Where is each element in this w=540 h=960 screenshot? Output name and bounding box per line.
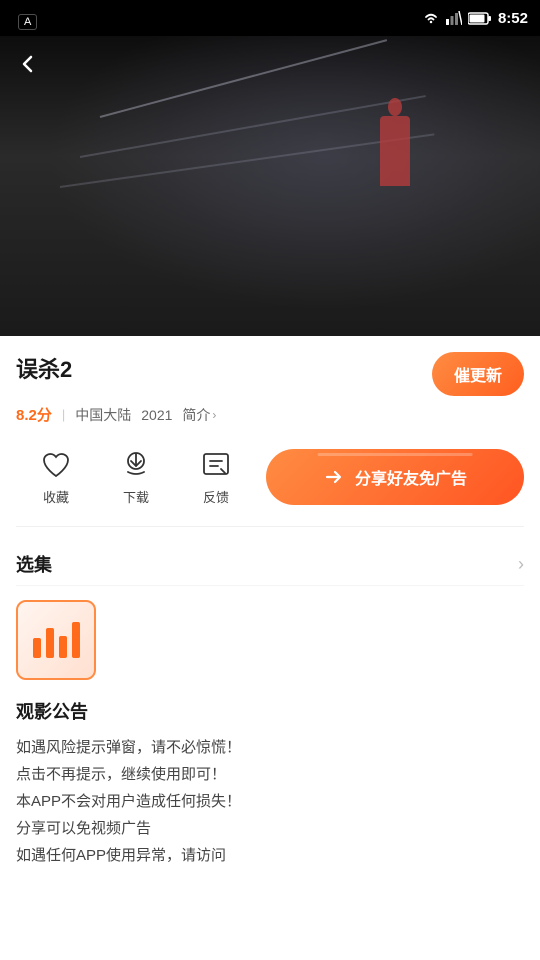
feedback-label: 反馈 <box>203 487 229 506</box>
feedback-button[interactable]: 反馈 <box>176 439 256 514</box>
wifi-icon <box>422 11 440 25</box>
bar-4 <box>72 622 80 658</box>
intro-label: 简介 <box>182 405 210 425</box>
character-figure <box>380 116 410 186</box>
movie-title-block: 误杀2 <box>16 352 72 384</box>
intro-link[interactable]: 简介 › <box>182 405 216 425</box>
feedback-icon <box>198 447 234 483</box>
episode-section-chevron-icon: › <box>518 554 524 575</box>
video-player[interactable] <box>0 36 540 336</box>
bar-1 <box>33 638 41 658</box>
status-icons: 8:52 <box>422 10 528 27</box>
title-row: 误杀2 催更新 <box>16 352 524 396</box>
episode-thumbnail[interactable] <box>16 600 96 680</box>
status-time: 8:52 <box>498 10 528 27</box>
movie-score: 8.2分 <box>16 404 52 425</box>
announcement-title: 观影公告 <box>16 698 524 724</box>
announcement-line-4: 如遇任何APP使用异常，请访问 <box>16 847 226 864</box>
collect-button[interactable]: 收藏 <box>16 439 96 514</box>
bars-icon <box>33 622 80 658</box>
episode-section-row[interactable]: 选集 › <box>16 543 524 586</box>
back-button[interactable] <box>10 46 46 82</box>
meta-row: 8.2分 | 中国大陆 2021 简介 › <box>16 404 524 425</box>
download-button[interactable]: 下载 <box>96 439 176 514</box>
announcement-line-1: 点击不再提示，继续使用即可！ <box>16 766 226 783</box>
intro-chevron-icon: › <box>212 408 216 422</box>
video-background <box>0 36 540 336</box>
episode-section-title: 选集 <box>16 551 52 577</box>
share-ad-text: 分享好友免广告 <box>355 465 467 489</box>
download-label: 下载 <box>123 487 149 506</box>
scene-line-1 <box>100 39 387 118</box>
collect-label: 收藏 <box>43 487 69 506</box>
announcement-line-3: 分享可以免视频广告 <box>16 820 151 837</box>
announcement-line-0: 如遇风险提示弹窗，请不必惊慌！ <box>16 739 241 756</box>
bar-2 <box>46 628 54 658</box>
movie-title: 误杀2 <box>16 352 72 384</box>
video-scene <box>0 36 540 336</box>
action-row: 收藏 下载 <box>16 439 524 527</box>
scene-line-3 <box>60 133 435 188</box>
signal-icon <box>446 11 462 25</box>
announcement-body: 如遇风险提示弹窗，请不必惊慌！ 点击不再提示，继续使用即可！ 本APP不会对用户… <box>16 734 524 869</box>
announcement-line-2: 本APP不会对用户造成任何损失！ <box>16 793 241 810</box>
movie-year: 2021 <box>141 407 172 423</box>
meta-divider: | <box>62 407 65 422</box>
battery-icon <box>468 12 492 25</box>
scene-line-2 <box>80 95 426 158</box>
share-ad-button[interactable]: 分享好友免广告 <box>266 449 524 505</box>
bar-3 <box>59 636 67 658</box>
app-label: A <box>18 14 37 30</box>
download-icon <box>118 447 154 483</box>
share-arrow-icon <box>323 465 347 489</box>
movie-region: 中国大陆 <box>75 405 131 425</box>
status-bar: A 8:52 <box>0 0 540 36</box>
heart-icon <box>38 447 74 483</box>
content-area: 误杀2 催更新 8.2分 | 中国大陆 2021 简介 › 收藏 <box>0 336 540 869</box>
update-button[interactable]: 催更新 <box>432 352 524 396</box>
